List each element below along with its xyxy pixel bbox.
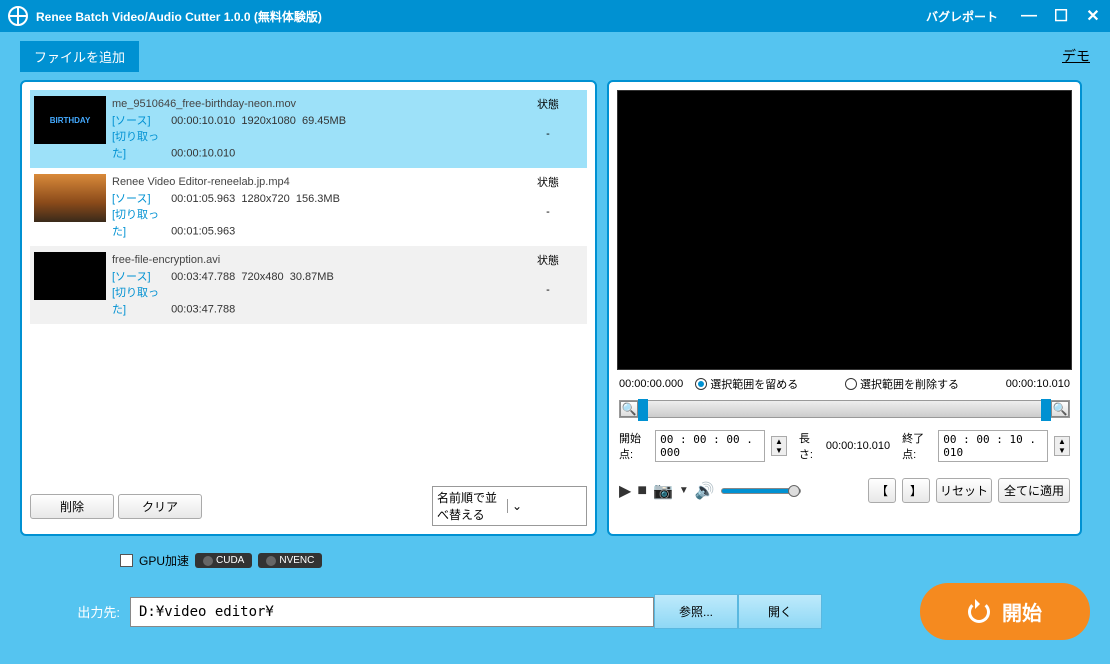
video-preview[interactable]: [617, 90, 1072, 370]
file-name: Renee Video Editor-reneelab.jp.mp4: [112, 174, 507, 191]
maximize-button[interactable]: ☐: [1052, 6, 1070, 26]
source-time: 00:03:47.788: [171, 271, 235, 283]
apply-all-button[interactable]: 全てに適用: [998, 478, 1070, 503]
file-row[interactable]: BIRTHDAY me_9510646_free-birthday-neon.m…: [30, 90, 587, 168]
start-point-input[interactable]: 00 : 00 : 00 . 000: [655, 430, 765, 462]
stop-button[interactable]: ■: [637, 482, 647, 500]
file-row[interactable]: free-file-encryption.avi [ソース] 00:03:47.…: [30, 246, 587, 324]
snapshot-menu-button[interactable]: ▼: [679, 485, 689, 496]
close-button[interactable]: ✕: [1084, 6, 1102, 26]
keep-range-radio[interactable]: 選択範囲を留める: [695, 376, 798, 392]
minimize-button[interactable]: —: [1020, 7, 1038, 25]
preview-time-start: 00:00:00.000: [619, 378, 683, 390]
titlebar: Renee Batch Video/Audio Cutter 1.0.0 (無料…: [0, 0, 1110, 32]
range-slider[interactable]: 🔍 🔍: [619, 400, 1070, 418]
open-button[interactable]: 開く: [738, 594, 822, 629]
range-end-handle[interactable]: [1041, 399, 1051, 421]
start-stepper[interactable]: ▲▼: [771, 436, 787, 456]
delete-range-radio[interactable]: 選択範囲を削除する: [845, 376, 959, 392]
gpu-label: GPU加速: [139, 552, 189, 569]
toolbar: ファイルを追加 デモ: [0, 32, 1110, 80]
file-row[interactable]: Renee Video Editor-reneelab.jp.mp4 [ソース]…: [30, 168, 587, 246]
add-file-button[interactable]: ファイルを追加: [20, 41, 139, 72]
cut-time: 00:03:47.788: [171, 304, 235, 316]
cut-label: [切り取った]: [112, 129, 168, 162]
status-header: 状態: [513, 174, 583, 190]
thumbnail-icon: BIRTHDAY: [34, 96, 106, 144]
radio-unchecked-icon: [845, 378, 857, 390]
zoom-in-right-button[interactable]: 🔍: [1051, 401, 1069, 417]
source-label: [ソース]: [112, 191, 168, 208]
cut-time: 00:01:05.963: [171, 226, 235, 238]
cuda-badge: CUDA: [195, 553, 252, 568]
volume-icon[interactable]: 🔊: [695, 481, 715, 501]
source-label: [ソース]: [112, 269, 168, 286]
sort-label: 名前順で並べ替える: [437, 489, 507, 523]
end-point-label: 終了点:: [902, 430, 932, 462]
cut-label: [切り取った]: [112, 285, 168, 318]
start-label: 開始: [1002, 597, 1042, 626]
file-list-panel: BIRTHDAY me_9510646_free-birthday-neon.m…: [20, 80, 597, 536]
file-size: 30.87MB: [290, 271, 334, 283]
resolution: 1920x1080: [241, 115, 295, 127]
resolution: 1280x720: [241, 193, 289, 205]
nvenc-badge: NVENC: [258, 553, 322, 568]
mark-out-button[interactable]: 】: [902, 478, 930, 503]
reset-button[interactable]: リセット: [936, 478, 992, 503]
source-label: [ソース]: [112, 113, 168, 130]
start-button[interactable]: 開始: [920, 583, 1090, 640]
output-path-input[interactable]: [130, 597, 654, 627]
status-value: -: [513, 284, 583, 296]
cut-label: [切り取った]: [112, 207, 168, 240]
output-label: 出力先:: [60, 602, 120, 621]
cut-time: 00:00:10.010: [171, 148, 235, 160]
app-icon: [8, 6, 28, 26]
source-time: 00:00:10.010: [171, 115, 235, 127]
file-size: 156.3MB: [296, 193, 340, 205]
mark-in-button[interactable]: 【: [868, 478, 896, 503]
file-size: 69.45MB: [302, 115, 346, 127]
file-name: me_9510646_free-birthday-neon.mov: [112, 96, 507, 113]
chevron-down-icon: ⌄: [507, 499, 582, 513]
gpu-checkbox[interactable]: [120, 554, 133, 567]
preview-time-end: 00:00:10.010: [1006, 378, 1070, 390]
thumbnail-icon: [34, 174, 106, 222]
snapshot-button[interactable]: 📷: [653, 481, 673, 501]
length-value: 00:00:10.010: [826, 440, 890, 452]
browse-button[interactable]: 参照...: [654, 594, 738, 629]
sort-select[interactable]: 名前順で並べ替える ⌄: [432, 486, 587, 526]
status-value: -: [513, 128, 583, 140]
delete-button[interactable]: 削除: [30, 494, 114, 519]
bug-report-link[interactable]: バグレポート: [926, 8, 998, 25]
file-list: BIRTHDAY me_9510646_free-birthday-neon.m…: [30, 90, 587, 480]
play-button[interactable]: ▶: [619, 481, 631, 501]
radio-checked-icon: [695, 378, 707, 390]
end-point-input[interactable]: 00 : 00 : 10 . 010: [938, 430, 1048, 462]
source-time: 00:01:05.963: [171, 193, 235, 205]
clear-button[interactable]: クリア: [118, 494, 202, 519]
status-value: -: [513, 206, 583, 218]
zoom-in-left-button[interactable]: 🔍: [620, 401, 638, 417]
footer: GPU加速 CUDA NVENC 出力先: 参照... 開く 開始: [0, 536, 1110, 664]
app-title: Renee Batch Video/Audio Cutter 1.0.0 (無料…: [36, 8, 926, 25]
start-point-label: 開始点:: [619, 430, 649, 462]
resolution: 720x480: [241, 271, 283, 283]
preview-panel: 00:00:00.000 選択範囲を留める 選択範囲を削除する 00:00:10…: [607, 80, 1082, 536]
refresh-icon: [968, 601, 990, 623]
file-name: free-file-encryption.avi: [112, 252, 507, 269]
volume-slider[interactable]: [721, 488, 801, 494]
demo-link[interactable]: デモ: [1062, 46, 1090, 66]
range-start-handle[interactable]: [638, 399, 648, 421]
length-label: 長さ:: [799, 430, 820, 462]
end-stepper[interactable]: ▲▼: [1054, 436, 1070, 456]
status-header: 状態: [513, 96, 583, 112]
status-header: 状態: [513, 252, 583, 268]
thumbnail-icon: [34, 252, 106, 300]
